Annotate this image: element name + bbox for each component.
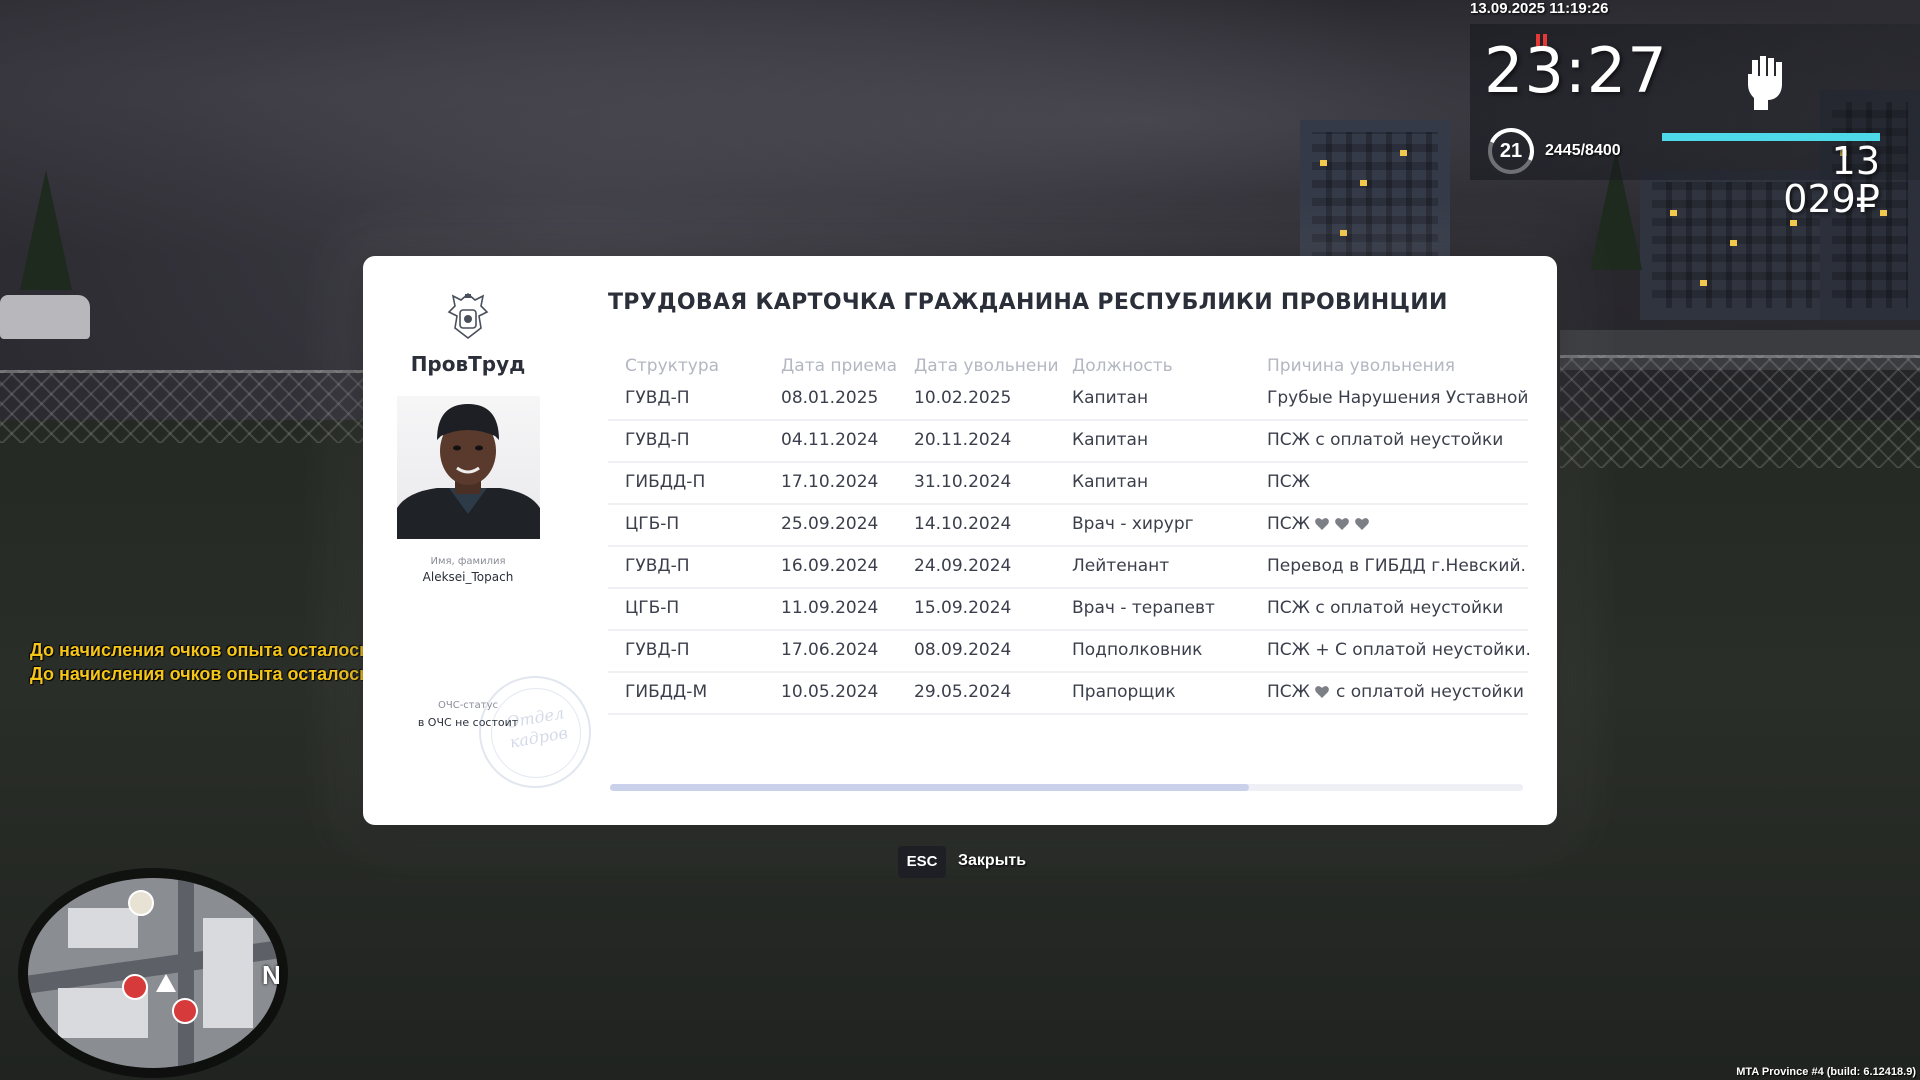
column-header: Причина увольнения [1267, 356, 1455, 376]
table-cell-reason: ПСЖ + С оплатой неустойки. [1267, 640, 1531, 660]
table-row[interactable]: ЦГБ-П 25.09.2024 14.10.2024 Врач - хирург ПС… [608, 506, 1528, 547]
table-cell: Прапорщик [1072, 682, 1176, 702]
reason-text: Грубые Нарушения Уставной [1267, 388, 1529, 408]
map-marker-icon [172, 998, 198, 1024]
table-cell: Лейтенант [1072, 556, 1170, 576]
table-cell: 31.10.2024 [914, 472, 1012, 492]
coat-of-arms-icon [447, 292, 489, 340]
fence-background [1560, 355, 1920, 468]
table-cell: ГИБДД-М [625, 682, 708, 702]
table-row[interactable]: ГУВД-П 16.09.2024 24.09.2024 Лейтенант Перев… [608, 548, 1528, 589]
table-cell: 15.09.2024 [914, 598, 1012, 618]
table-cell: ГУВД-П [625, 556, 690, 576]
card-title: ТРУДОВАЯ КАРТОЧКА ГРАЖДАНИНА РЕСПУБЛИКИ … [608, 290, 1448, 315]
table-row[interactable]: ЦГБ-П 11.09.2024 15.09.2024 Врач - терапевт… [608, 590, 1528, 631]
table-cell: 08.01.2025 [781, 388, 879, 408]
name-value: Aleksei_Topach [422, 570, 514, 584]
table-cell: Врач - хирург [1072, 514, 1194, 534]
table-cell: ГИБДД-П [625, 472, 706, 492]
table-row[interactable]: ГИБДД-М 10.05.2024 29.05.2024 Прапорщик ПСЖ с… [608, 674, 1528, 715]
brand-name: ПровТруд [410, 352, 526, 376]
table-cell: Капитан [1072, 472, 1149, 492]
table-cell: 14.10.2024 [914, 514, 1012, 534]
table-cell-reason: ПСЖ с оплатой неустойки [1267, 598, 1503, 618]
reason-text: ПСЖ + С оплатой неустойки. [1267, 640, 1531, 660]
table-cell: ГУВД-П [625, 640, 690, 660]
level-number: 21 [1499, 140, 1523, 162]
minimap [28, 878, 278, 1068]
table-cell: ГУВД-П [625, 388, 690, 408]
card-sidebar: ПровТруд Имя, фамилия Aleksei_Topach ОЧС… [363, 256, 591, 825]
map-marker-icon [128, 890, 154, 916]
map-marker-icon [122, 974, 148, 1000]
table-cell-reason: Грубые Нарушения Уставной [1267, 388, 1528, 408]
heart-icon [1355, 518, 1369, 530]
column-header: Дата увольнени [914, 356, 1059, 376]
table-row[interactable]: ГУВД-П 08.01.2025 10.02.2025 Капитан Грубые … [608, 380, 1528, 421]
table-cell: ЦГБ-П [625, 514, 680, 534]
close-button[interactable]: Закрыть [958, 852, 1026, 870]
reason-text: Перевод в ГИБДД г.Невский. [1267, 556, 1526, 576]
table-cell: 10.02.2025 [914, 388, 1012, 408]
reason-text: ПСЖ с оплатой неустойки [1267, 598, 1504, 618]
fence-background [0, 370, 380, 443]
table-cell: ЦГБ-П [625, 598, 680, 618]
table-cell: 17.10.2024 [781, 472, 879, 492]
table-cell: 25.09.2024 [781, 514, 879, 534]
name-label: Имя, фамилия [430, 556, 506, 567]
table-cell: 11.09.2024 [781, 598, 879, 618]
table-cell: Капитан [1072, 388, 1149, 408]
reason-text-suffix: с оплатой неустойки [1335, 682, 1524, 702]
money-display: 13 029₽ [1783, 139, 1880, 221]
table-cell: 04.11.2024 [781, 430, 879, 450]
table-row[interactable]: ГИБДД-П 17.10.2024 31.10.2024 Капитан ПСЖ [608, 464, 1528, 505]
reason-text: ПСЖ [1267, 472, 1310, 492]
table-cell: Врач - терапевт [1072, 598, 1215, 618]
table-cell-reason: ПСЖ [1267, 514, 1370, 534]
table-cell: 16.09.2024 [781, 556, 879, 576]
reason-text: ПСЖ [1267, 514, 1310, 534]
tree-background [20, 170, 72, 290]
table-cell-reason: ПСЖ с оплатой неустойки [1267, 430, 1503, 450]
table-cell: ГУВД-П [625, 430, 690, 450]
column-header: Структура [625, 356, 720, 376]
table-row[interactable]: ГУВД-П 04.11.2024 20.11.2024 Капитан ПСЖ с о… [608, 422, 1528, 463]
table-cell: 10.05.2024 [781, 682, 879, 702]
table-cell-reason: ПСЖ с оплатой неустойки [1267, 682, 1524, 702]
table-row[interactable]: ГУВД-П 17.06.2024 08.09.2024 Подполковник ПС… [608, 632, 1531, 673]
hud-game-clock: 23:27 [1484, 34, 1668, 107]
table-cell: 24.09.2024 [914, 556, 1012, 576]
hud-datetime: 13.09.2025 11:19:26 [1470, 0, 1609, 17]
experience-counter: 2445/8400 [1545, 142, 1621, 159]
table-cell-reason: Перевод в ГИБДД г.Невский. [1267, 556, 1526, 576]
build-version: MTA Province #4 (build: 6.12418.9) [1736, 1066, 1916, 1078]
column-header: Должность [1072, 356, 1173, 376]
horizontal-scrollbar[interactable] [610, 784, 1523, 791]
column-header: Дата приема [781, 356, 898, 376]
fist-icon [1748, 56, 1782, 110]
reason-text: ПСЖ [1267, 682, 1310, 702]
player-arrow-icon [156, 974, 176, 992]
table-cell: 08.09.2024 [914, 640, 1012, 660]
citizen-photo [397, 396, 540, 539]
reason-text: ПСЖ с оплатой неустойки [1267, 430, 1504, 450]
heart-icon [1335, 518, 1349, 530]
table-cell-reason: ПСЖ [1267, 472, 1310, 492]
table-cell: 29.05.2024 [914, 682, 1012, 702]
heart-icon [1315, 518, 1329, 530]
minimap-north-label: N [262, 960, 281, 990]
scrollbar-thumb[interactable] [610, 784, 1250, 791]
esc-key-badge[interactable]: ESC [898, 846, 946, 878]
table-cell: 17.06.2024 [781, 640, 879, 660]
hr-stamp: Отдел кадров [479, 676, 591, 788]
table-cell: 20.11.2024 [914, 430, 1012, 450]
vehicle-background [0, 295, 90, 339]
table-cell: Капитан [1072, 430, 1149, 450]
employment-card-modal: ПровТруд Имя, фамилия Aleksei_Topach ОЧС… [363, 256, 1557, 825]
table-cell: Подполковник [1072, 640, 1203, 660]
heart-icon [1315, 686, 1329, 698]
